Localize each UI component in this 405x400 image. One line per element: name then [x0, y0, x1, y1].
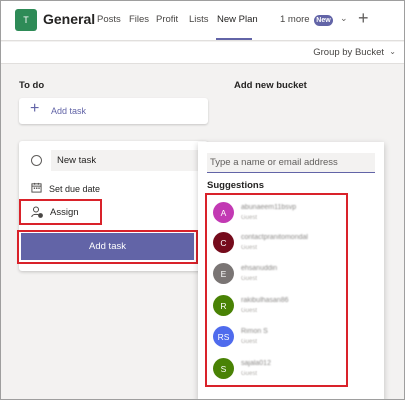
suggestion-item[interactable]: R rakibulhasan86 Guest [213, 295, 338, 321]
suggestion-name: rakibulhasan86 [241, 297, 289, 304]
suggestion-role: Guest [241, 245, 258, 251]
suggestion-role: Guest [241, 308, 258, 314]
suggestion-name: contactpranitomondal [241, 234, 308, 241]
avatar: E [213, 263, 234, 284]
calendar-icon [31, 182, 42, 193]
tab-posts[interactable]: Posts [97, 14, 121, 25]
suggestion-role: Guest [241, 215, 258, 221]
suggestion-role: Guest [241, 339, 258, 345]
chevron-down-icon[interactable]: ⌄ [389, 47, 396, 56]
tab-more[interactable]: 1 more [280, 14, 310, 25]
suggestion-name: ehsanuddin [241, 265, 278, 272]
add-tab-icon[interactable]: + [358, 8, 369, 29]
avatar: C [213, 232, 234, 253]
suggestion-item[interactable]: S sajala012 Guest [213, 358, 338, 384]
new-badge: New [314, 15, 333, 26]
add-task-label: Add task [51, 106, 87, 116]
chevron-down-icon[interactable]: ⌄ [340, 13, 348, 24]
tab-profit[interactable]: Profit [156, 14, 178, 25]
suggestion-role: Guest [241, 371, 258, 377]
assign-button[interactable]: Assign [50, 207, 79, 218]
assignee-search-input[interactable] [207, 153, 375, 173]
suggestion-role: Guest [241, 276, 258, 282]
channel-title: General [43, 11, 96, 27]
suggestion-name: abunaeem11bsvp [241, 204, 297, 211]
suggestions-heading: Suggestions [207, 180, 265, 191]
suggestion-item[interactable]: A abunaeem11bsvp Guest [213, 202, 338, 228]
suggestion-name: sajala012 [241, 360, 271, 367]
plus-icon: + [30, 100, 40, 117]
bucket-title-todo: To do [19, 80, 45, 91]
tab-new-plan[interactable]: New Plan [217, 14, 258, 25]
team-avatar[interactable]: T [15, 9, 37, 31]
suggestion-item[interactable]: RS Rimon S Guest [213, 326, 338, 352]
add-task-submit-button[interactable]: Add task [21, 233, 194, 260]
planner-toolbar: Group by Bucket ⌄ [1, 42, 404, 64]
suggestion-item[interactable]: E ehsanuddin Guest [213, 263, 338, 289]
suggestion-item[interactable]: C contactpranitomondal Guest [213, 232, 338, 258]
complete-radio[interactable] [31, 155, 42, 166]
tab-files[interactable]: Files [129, 14, 149, 25]
group-by-dropdown[interactable]: Group by Bucket [313, 47, 384, 58]
active-tab-indicator [216, 38, 252, 40]
add-new-bucket-link[interactable]: Add new bucket [234, 80, 307, 91]
tab-lists[interactable]: Lists [189, 14, 209, 25]
app-window: T General Posts Files Profit Lists New P… [0, 0, 405, 400]
avatar: R [213, 295, 234, 316]
avatar: S [213, 358, 234, 379]
assign-person-icon [31, 206, 43, 218]
suggestion-name: Rimon S [241, 328, 268, 335]
set-due-date-button[interactable]: Set due date [49, 184, 100, 194]
avatar: A [213, 202, 234, 223]
avatar: RS [213, 326, 234, 347]
add-task-button[interactable]: + Add task [19, 98, 208, 124]
channel-header: T General Posts Files Profit Lists New P… [1, 1, 404, 41]
